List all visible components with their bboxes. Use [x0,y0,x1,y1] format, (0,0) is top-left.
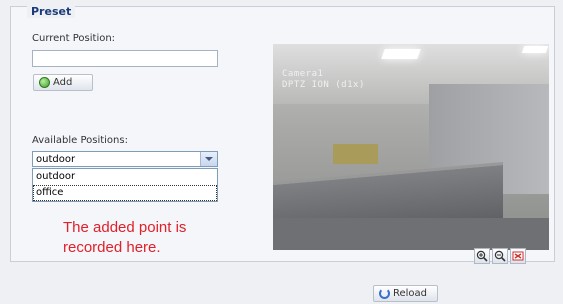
video-light [381,49,421,59]
position-option-office[interactable]: office [33,185,217,201]
reload-button[interactable]: Reload [373,285,438,302]
add-icon [39,77,50,88]
zoom-in-icon [476,250,488,262]
annotation-line1: The added point is [63,219,187,236]
delete-preset-button[interactable] [510,248,526,264]
reload-icon [379,288,390,299]
preset-legend: Preset [27,6,76,18]
zoom-out-button[interactable] [492,248,508,264]
positions-dropdown: outdoor office [32,168,218,202]
delete-preset-icon [512,251,524,261]
video-chair [333,144,378,164]
selected-position: outdoor [36,154,76,165]
chevron-down-icon[interactable] [200,152,217,166]
available-positions-label: Available Positions: [32,135,128,146]
live-video: Camera1 DPTZ ION (d1x) [273,44,549,250]
overlay-line1: Camera1 [282,69,324,79]
available-positions-select[interactable]: outdoor [32,151,218,167]
video-light [521,46,549,53]
add-label: Add [53,77,73,88]
add-button[interactable]: Add [33,74,93,91]
current-position-input[interactable] [32,50,218,67]
current-position-label: Current Position: [32,33,116,44]
annotation-line2: recorded here. [63,239,161,256]
zoom-out-icon [494,250,506,262]
video-overlay: Camera1 DPTZ ION (d1x) [282,69,365,91]
overlay-line2: DPTZ ION (d1x) [282,80,365,90]
reload-label: Reload [393,288,428,299]
zoom-in-button[interactable] [474,248,490,264]
position-option-outdoor[interactable]: outdoor [33,169,217,185]
video-floor [273,218,549,250]
preset-panel: Preset Current Position: Add Available P… [10,6,555,264]
